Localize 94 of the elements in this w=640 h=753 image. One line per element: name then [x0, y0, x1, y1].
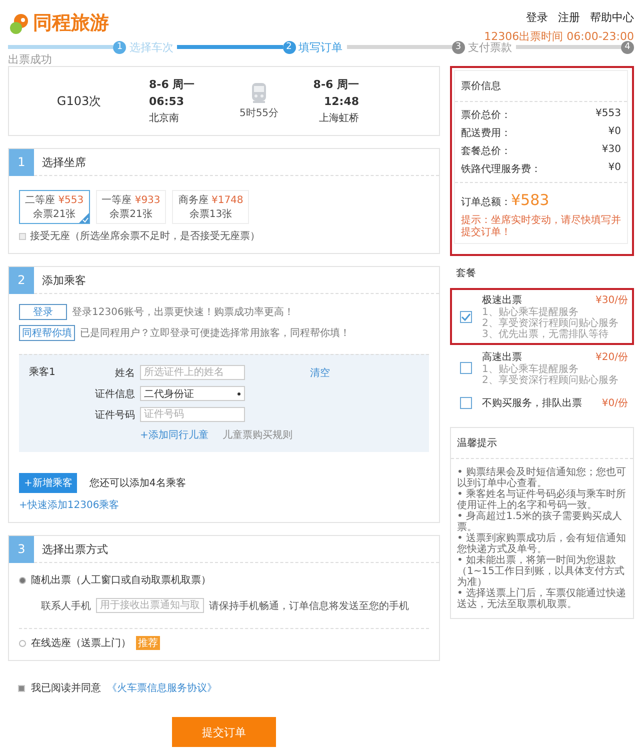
- package-name: 极速出票: [482, 294, 522, 306]
- step-number: 2: [282, 40, 296, 54]
- price-hint: 提示：坐席实时变动，请尽快填写并提交订单！: [460, 215, 622, 240]
- price-value: ¥553: [596, 108, 621, 121]
- section-number: 2: [9, 266, 34, 294]
- header-link[interactable]: 登录: [526, 10, 548, 25]
- travel-duration: 5时55分: [239, 106, 279, 120]
- package-name: 不购买服务，排队出票: [482, 396, 582, 410]
- package-feature: 1、贴心乘车提醒服务: [482, 364, 579, 375]
- passenger-label: 乘客1: [29, 366, 56, 380]
- package-feature: 2、享受资深行程顾问贴心服务: [482, 318, 620, 329]
- package-price: ¥0/份: [602, 397, 628, 410]
- header-link[interactable]: 帮助中心: [590, 10, 634, 25]
- section-number: 3: [9, 536, 34, 562]
- train-station: 北京南: [149, 112, 180, 125]
- input-field[interactable]: 所选证件上的姓名: [140, 365, 245, 380]
- section-title: 选择坐席: [42, 154, 86, 170]
- radio-label: 随机出票（人工窗口或自动取票机取票）: [31, 574, 211, 587]
- dropdown-icon: [237, 392, 241, 396]
- step-label: 支付票款: [468, 40, 512, 54]
- section-number: 1: [9, 148, 34, 176]
- tip-text: • 如未能出票，将第一时间为您退款（1~15工作日到账，以具体支付方式为准）: [457, 555, 624, 588]
- checkbox[interactable]: [19, 232, 26, 240]
- package-option[interactable]: 不购买服务，排队出票 ¥0/份: [450, 391, 634, 415]
- field-label: 证件信息: [94, 388, 135, 400]
- recommend-badge: 推荐: [136, 636, 160, 650]
- agreement-link[interactable]: 《火车票信息服务协议》: [107, 681, 217, 695]
- prompt-text: 已是同程用户？立即登录可便捷选择常用旅客，同程帮你填！: [80, 326, 350, 340]
- price-value: ¥0: [608, 126, 621, 139]
- package-name: 高速出票: [482, 350, 522, 364]
- login-button[interactable]: 登录: [19, 304, 67, 320]
- panel-title: 票价信息: [455, 71, 627, 102]
- train-number: G103次: [56, 92, 102, 110]
- train-icon: [249, 82, 269, 104]
- price-value: ¥30: [602, 144, 621, 157]
- tip-text: • 乘客姓名与证件号码必须与乘车时所使用证件上的名字和号码一致。: [457, 489, 627, 511]
- field-label: 姓名: [114, 366, 135, 380]
- seat-option[interactable]: 二等座 ¥553 余票21张: [19, 190, 90, 224]
- passenger-note: 您还可以添加4名乘客: [89, 476, 186, 490]
- step-number: 4: [621, 40, 634, 54]
- ticketing-hours: 12306出票时间 06:00-23:00: [484, 29, 634, 43]
- price-label: 配送费用：: [461, 126, 511, 140]
- price-value: ¥0: [608, 162, 621, 175]
- package-option[interactable]: 极速出票 ¥30/份 1、贴心乘车提醒服务 2、享受资深行程顾问贴心服务 3、优先出票，无需排队等待: [450, 288, 634, 345]
- selected-corner-icon: [78, 213, 89, 223]
- tip-text: • 送票到家购票成功后，会有短信通知您快递方式及单号。: [457, 533, 627, 555]
- step-label: 出票成功: [8, 53, 52, 66]
- seat-option[interactable]: 一等座 ¥933 余票21张: [96, 190, 166, 224]
- train-date: 8-6 周一: [313, 77, 359, 92]
- logo-text: 同程旅游: [33, 11, 109, 36]
- panel-title: 温馨提示: [451, 428, 633, 459]
- price-label: 票价总价：: [461, 108, 511, 122]
- seat-option[interactable]: 商务座 ¥1748 余票13张: [172, 190, 250, 224]
- tip-text: • 选择送票上门后，车票仅能通过快递送达，无法至取票机取票。: [457, 588, 627, 610]
- panel-title: 套餐: [455, 266, 477, 281]
- total-amount: ¥583: [511, 191, 550, 209]
- package-feature: 3、优先出票，无需排队等待: [482, 329, 610, 340]
- total-label: 订单总额：: [461, 197, 511, 208]
- package-price: ¥30/份: [596, 294, 628, 307]
- input-field[interactable]: 证件号码: [140, 407, 245, 422]
- header-link[interactable]: 注册: [558, 10, 580, 25]
- package-feature: 1、贴心乘车提醒服务: [482, 307, 579, 318]
- step-label: 填写订单: [298, 40, 342, 54]
- prompt-text: 登录12306账号，出票更快速！购票成功率更高！: [72, 306, 294, 319]
- package-feature: 2、享受资深行程顾问贴心服务: [482, 375, 620, 386]
- quick-add-link[interactable]: +快速添加12306乘客: [19, 500, 120, 511]
- train-station: 上海虹桥: [319, 112, 359, 125]
- package-option[interactable]: 高速出票 ¥20/份 1、贴心乘车提醒服务 2、享受资深行程顾问贴心服务: [450, 345, 634, 391]
- radio-button[interactable]: [19, 576, 26, 584]
- login-button[interactable]: 同程帮你填: [19, 325, 75, 341]
- checkbox[interactable]: [18, 684, 25, 692]
- field-label: 联系人手机: [41, 600, 91, 612]
- field-note: 请保持手机畅通，订单信息将发送至您的手机: [209, 600, 409, 612]
- tip-text: • 身高超过1.5米的孩子需要购买成人票。: [457, 511, 623, 533]
- train-time: 06:53: [149, 95, 186, 108]
- section-title: 选择出票方式: [42, 542, 108, 556]
- train-time: 12:48: [324, 95, 359, 108]
- package-price: ¥20/份: [596, 351, 628, 364]
- checkbox-label: 接受无座（所选坐席余票不足时，是否接受无座票）: [30, 230, 260, 243]
- train-date: 8-6 周一: [149, 77, 196, 92]
- agreement-text: 我已阅读并同意: [31, 682, 101, 695]
- field-label: 证件号码: [94, 408, 135, 422]
- radio-button[interactable]: [19, 640, 26, 646]
- price-label: 铁路代理服务费：: [461, 162, 541, 176]
- radio-label: 在线选座（送票上门）: [31, 636, 131, 650]
- price-label: 套餐总价：: [461, 144, 511, 158]
- step-number: 1: [113, 40, 126, 54]
- select-field[interactable]: 二代身份证: [140, 386, 245, 401]
- logo-icon: [8, 12, 30, 34]
- tip-text: • 购票结果会及时短信通知您；您也可以到订单中心查看。: [457, 467, 627, 489]
- phone-field[interactable]: 用于接收出票通知与取: [96, 598, 204, 613]
- section-title: 添加乘客: [42, 272, 86, 288]
- step-label: 选择车次: [129, 40, 174, 54]
- step-number: 3: [452, 40, 465, 54]
